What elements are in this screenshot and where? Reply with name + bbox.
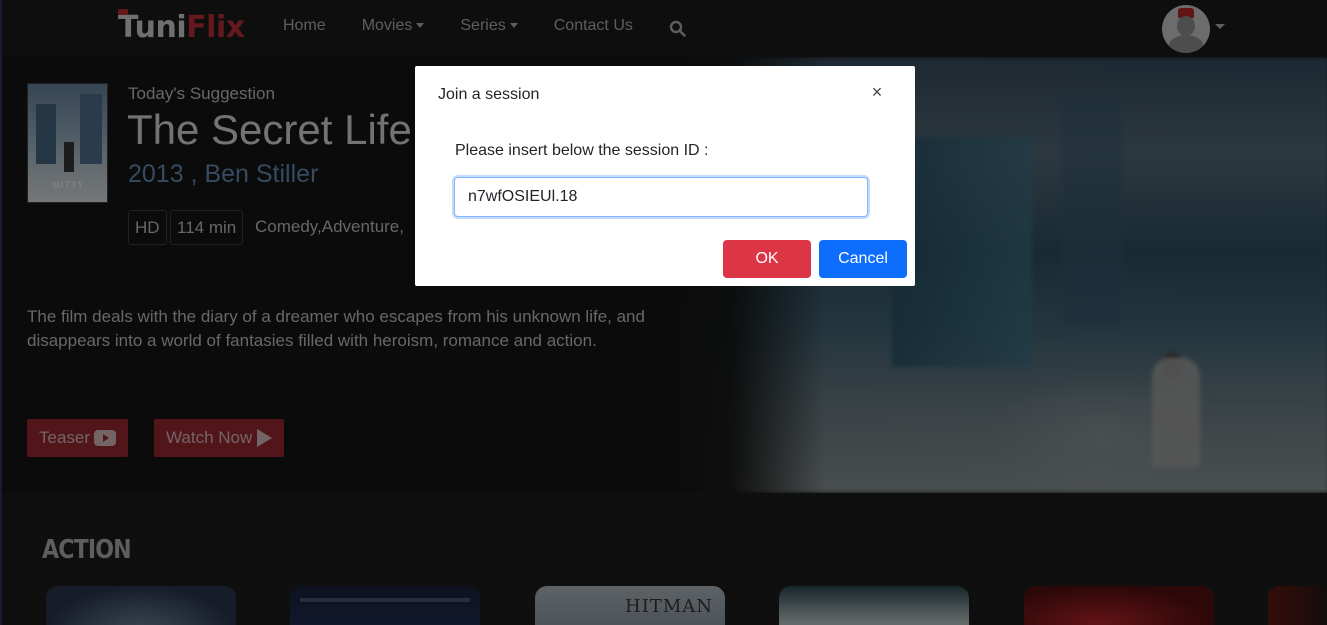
close-icon[interactable]: × [869,82,885,102]
join-session-modal: Join a session × Please insert below the… [415,66,915,286]
cancel-button[interactable]: Cancel [819,240,907,278]
modal-title: Join a session [438,86,540,103]
session-id-label: Please insert below the session ID : [455,142,709,159]
ok-button[interactable]: OK [723,240,811,278]
session-id-input[interactable] [454,177,868,217]
